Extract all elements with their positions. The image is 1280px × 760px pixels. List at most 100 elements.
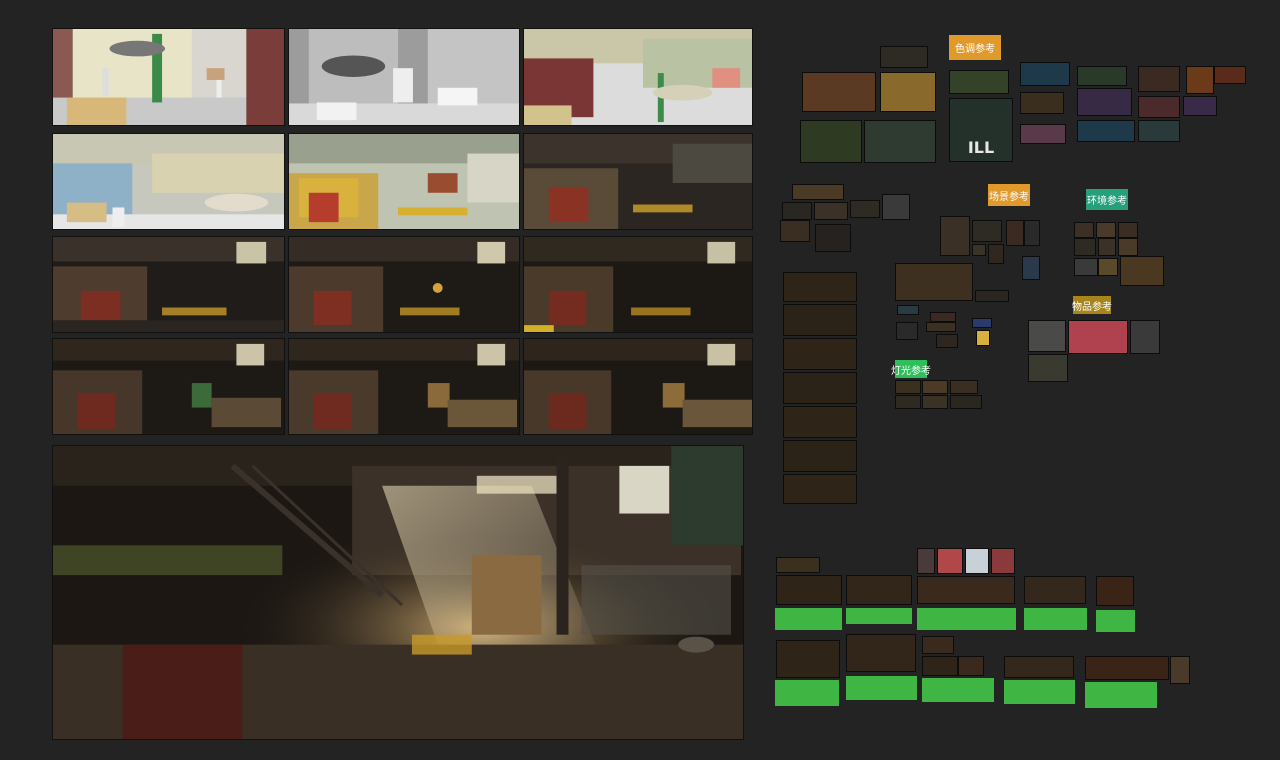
iteration-thumb[interactable] — [783, 440, 857, 472]
ref-image[interactable] — [922, 380, 948, 394]
ref-image[interactable] — [814, 202, 848, 220]
ref-image[interactable] — [988, 244, 1004, 264]
render-thumb-11[interactable] — [288, 338, 520, 435]
ref-image[interactable] — [864, 120, 936, 163]
ref-image[interactable] — [972, 220, 1002, 242]
ref-image[interactable] — [897, 305, 919, 315]
render-thumb-10[interactable] — [52, 338, 285, 435]
final-render[interactable] — [52, 445, 744, 740]
ref-image[interactable] — [1020, 92, 1064, 114]
render-thumb-12[interactable] — [523, 338, 753, 435]
ref-image[interactable] — [1068, 320, 1128, 354]
ref-image[interactable] — [895, 380, 921, 394]
render-thumb-5[interactable] — [288, 133, 520, 230]
ref-image[interactable] — [850, 200, 880, 218]
ref-image[interactable] — [1006, 220, 1024, 246]
ref-image[interactable] — [1077, 66, 1127, 86]
breakdown-image[interactable] — [1004, 656, 1074, 678]
ref-image[interactable] — [1098, 238, 1116, 256]
ref-image[interactable] — [780, 220, 810, 242]
ref-image[interactable] — [1120, 256, 1164, 286]
breakdown-image[interactable] — [776, 640, 840, 678]
iteration-thumb[interactable] — [783, 474, 857, 504]
ref-image[interactable] — [975, 290, 1009, 302]
blockout-thumb-3[interactable] — [523, 28, 753, 126]
breakdown-image[interactable] — [991, 548, 1015, 574]
ref-image[interactable] — [1020, 62, 1070, 86]
breakdown-image[interactable] — [937, 548, 963, 574]
ref-image[interactable] — [802, 72, 876, 112]
ref-image[interactable] — [1118, 222, 1138, 238]
breakdown-image[interactable] — [846, 634, 916, 672]
ref-image[interactable] — [1138, 96, 1180, 118]
ref-image[interactable] — [950, 395, 982, 409]
ref-image[interactable] — [922, 395, 948, 409]
ref-image[interactable] — [895, 263, 973, 301]
ref-image[interactable] — [1074, 238, 1096, 256]
render-thumb-8[interactable] — [288, 236, 520, 333]
ref-image[interactable] — [1020, 124, 1066, 144]
blockout-thumb-4[interactable] — [52, 133, 285, 230]
ref-image[interactable] — [792, 184, 844, 200]
ref-image[interactable] — [1074, 258, 1098, 276]
ref-image[interactable] — [1077, 88, 1132, 116]
ref-image[interactable]: ILL — [949, 98, 1013, 162]
breakdown-image[interactable] — [776, 557, 820, 573]
annotation-note — [1004, 680, 1075, 704]
blockout-thumb-1[interactable] — [52, 28, 285, 126]
iteration-thumb[interactable] — [783, 304, 857, 336]
ref-image[interactable] — [1098, 258, 1118, 276]
render-thumb-9[interactable] — [523, 236, 753, 333]
ref-image[interactable] — [1138, 120, 1180, 142]
render-thumb-6[interactable] — [523, 133, 753, 230]
breakdown-image[interactable] — [917, 576, 1015, 604]
ref-image[interactable] — [926, 322, 956, 332]
iteration-thumb[interactable] — [783, 372, 857, 404]
ref-image[interactable] — [880, 72, 936, 112]
iteration-thumb[interactable] — [783, 406, 857, 438]
ref-image[interactable] — [940, 216, 970, 256]
breakdown-image[interactable] — [1024, 576, 1086, 604]
ref-image[interactable] — [1074, 222, 1094, 238]
ref-image[interactable] — [896, 322, 918, 340]
ref-image[interactable] — [880, 46, 928, 68]
ref-image[interactable] — [930, 312, 956, 322]
render-thumb-7[interactable] — [52, 236, 285, 333]
ref-image[interactable] — [1022, 256, 1040, 280]
ref-image[interactable] — [1028, 354, 1068, 382]
breakdown-image[interactable] — [1170, 656, 1190, 684]
ref-image[interactable] — [1096, 222, 1116, 238]
breakdown-image[interactable] — [922, 636, 954, 654]
ref-image[interactable] — [950, 380, 978, 394]
breakdown-image[interactable] — [846, 575, 912, 605]
iteration-thumb[interactable] — [783, 272, 857, 302]
ref-image[interactable] — [882, 194, 910, 220]
breakdown-image[interactable] — [1096, 576, 1134, 606]
iteration-thumb[interactable] — [783, 338, 857, 370]
ref-image[interactable] — [949, 70, 1009, 94]
ref-image[interactable] — [1186, 66, 1214, 94]
breakdown-image[interactable] — [776, 575, 842, 605]
ref-image[interactable] — [1130, 320, 1160, 354]
breakdown-image[interactable] — [917, 548, 935, 574]
ref-image[interactable] — [972, 244, 986, 256]
breakdown-image[interactable] — [922, 656, 958, 676]
ref-image[interactable] — [976, 330, 990, 346]
ref-image[interactable] — [1077, 120, 1135, 142]
ref-image[interactable] — [972, 318, 992, 328]
ref-image[interactable] — [1138, 66, 1180, 92]
ref-image[interactable] — [936, 334, 958, 348]
ref-image[interactable] — [1118, 238, 1138, 256]
breakdown-image[interactable] — [958, 656, 984, 676]
blockout-thumb-2[interactable] — [288, 28, 520, 126]
ref-image[interactable] — [815, 224, 851, 252]
ref-image[interactable] — [1183, 96, 1217, 116]
ref-image[interactable] — [782, 202, 812, 220]
breakdown-image[interactable] — [1085, 656, 1169, 680]
ref-image[interactable] — [1028, 320, 1066, 352]
breakdown-image[interactable] — [965, 548, 989, 574]
ref-image[interactable] — [1024, 220, 1040, 246]
ref-image[interactable] — [895, 395, 921, 409]
ref-image[interactable] — [800, 120, 862, 163]
ref-image[interactable] — [1214, 66, 1246, 84]
